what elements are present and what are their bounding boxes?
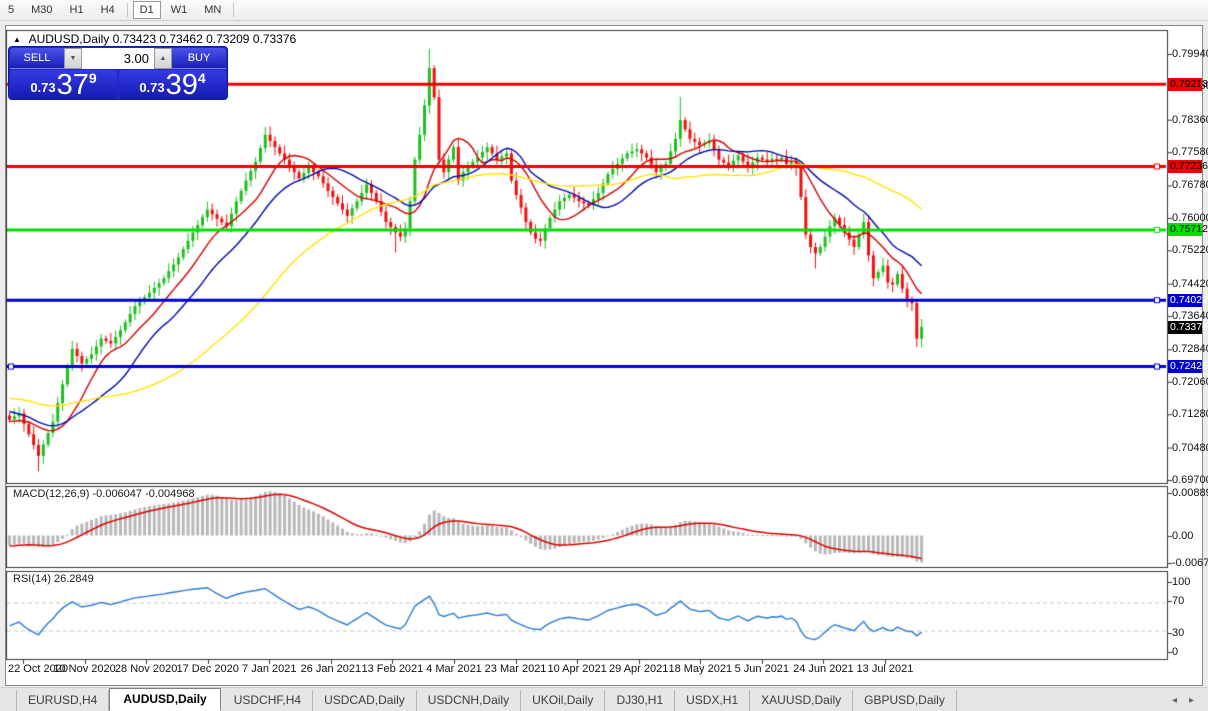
tab-scroll-right-icon[interactable]: ▸ <box>1189 695 1194 706</box>
price-tick-label: 0.76000 <box>1172 212 1208 224</box>
price-tick-label: 0.75220 <box>1172 244 1208 256</box>
price-tick-label: 0.77580 <box>1172 146 1208 158</box>
date-axis-label: 13 Feb 2021 <box>362 663 424 675</box>
hline-price-tag: 0.77236 <box>1168 160 1202 173</box>
rsi-value: 26.2849 <box>54 573 94 585</box>
macd-value-main: -0.006047 <box>92 488 142 500</box>
buy-price-display[interactable]: 0.73 39 4 <box>119 70 226 99</box>
symbol-title: AUDUSD,Daily <box>29 32 110 46</box>
caret-up-icon: ▲ <box>160 55 167 62</box>
timeframe-button-w1[interactable]: W1 <box>164 1 195 19</box>
date-axis-label: 28 Nov 2020 <box>115 663 177 675</box>
hline-price-tag: 0.72426 <box>1168 360 1202 373</box>
caret-down-icon: ▼ <box>70 55 77 62</box>
hline-price-tag: 0.75712 <box>1168 223 1202 236</box>
timeframe-toolbar: 5M30H1H4 D1W1MN <box>0 0 1208 21</box>
tab-usdcad-daily[interactable]: USDCAD,Daily <box>313 690 417 711</box>
ohlc-close: 0.73376 <box>253 32 296 46</box>
date-axis-label: 24 Jun 2021 <box>793 663 854 675</box>
collapse-chart-icon[interactable]: ▲ <box>13 35 21 44</box>
timeframe-button-h1[interactable]: H1 <box>63 1 91 19</box>
date-axis-label: 29 Apr 2021 <box>609 663 668 675</box>
macd-axis-label: 0.00 <box>1172 530 1193 542</box>
tab-audusd-daily[interactable]: AUDUSD,Daily <box>109 688 220 711</box>
chart-title: ▲ AUDUSD,Daily 0.73423 0.73462 0.73209 0… <box>13 32 296 46</box>
tab-usdcnh-daily[interactable]: USDCNH,Daily <box>417 690 521 711</box>
date-axis-label: 13 Jul 2021 <box>857 663 914 675</box>
timeframe-button-h4[interactable]: H4 <box>94 1 122 19</box>
tab-ukoil-daily[interactable]: UKOil,Daily <box>521 690 605 711</box>
price-tick-label: 0.72840 <box>1172 343 1208 355</box>
date-axis-label: 23 Mar 2021 <box>485 663 547 675</box>
buy-price-base: 0.73 <box>139 80 164 95</box>
price-tick-label: 0.69700 <box>1172 474 1208 486</box>
price-tick-label: 0.71280 <box>1172 408 1208 420</box>
rsi-label: RSI(14) <box>13 573 51 585</box>
volume-decrease-button[interactable]: ▼ <box>64 48 82 69</box>
sell-price-big: 37 <box>57 73 89 98</box>
tab-scroll-left-icon[interactable]: ◂ <box>1172 695 1177 706</box>
sell-price-base: 0.73 <box>30 80 55 95</box>
macd-label-row: MACD(12,26,9) -0.006047 -0.004968 <box>13 488 195 500</box>
price-tick-label: 0.74420 <box>1172 278 1208 290</box>
ohlc-open: 0.73423 <box>113 32 156 46</box>
tab-eurusd-h4[interactable]: EURUSD,H4 <box>16 690 109 711</box>
macd-axis-label: 0.008892 <box>1172 487 1208 499</box>
tab-dj30-h1[interactable]: DJ30,H1 <box>605 690 675 711</box>
volume-input[interactable] <box>82 48 154 69</box>
chart-tabs-bar: EURUSD,H4AUDUSD,DailyUSDCHF,H4USDCAD,Dai… <box>0 687 1208 711</box>
timeframe-button-d1[interactable]: D1 <box>133 1 161 19</box>
buy-price-big: 39 <box>166 73 198 98</box>
sell-button[interactable]: SELL <box>10 48 64 69</box>
date-axis-label: 10 Apr 2021 <box>547 663 606 675</box>
date-axis-label: 17 Dec 2020 <box>177 663 239 675</box>
macd-axis-label: -0.006758 <box>1172 557 1208 569</box>
date-axis-label: 4 Mar 2021 <box>426 663 482 675</box>
volume-increase-button[interactable]: ▲ <box>154 48 172 69</box>
date-axis-label: 26 Jan 2021 <box>301 663 362 675</box>
tab-xauusd-daily[interactable]: XAUUSD,Daily <box>750 690 853 711</box>
macd-value-signal: -0.004968 <box>145 488 195 500</box>
one-click-trading-panel: SELL ▼ ▲ BUY 0.73 37 9 0.73 39 4 <box>8 46 228 100</box>
tab-gbpusd-daily[interactable]: GBPUSD,Daily <box>853 690 957 711</box>
timeframe-button-m30[interactable]: M30 <box>24 1 59 19</box>
hline-price-tag: 0.74022 <box>1168 294 1202 307</box>
timeframe-button-mn[interactable]: MN <box>197 1 228 19</box>
tab-usdchf-h4[interactable]: USDCHF,H4 <box>223 690 313 711</box>
rsi-axis-label: 70 <box>1172 595 1184 607</box>
rsi-axis-label: 0 <box>1172 646 1178 658</box>
rsi-axis-label: 100 <box>1172 576 1190 588</box>
tab-usdx-h1[interactable]: USDX,H1 <box>675 690 750 711</box>
hline-price-tag: 0.79213 <box>1168 78 1202 91</box>
date-axis-label: 7 Jan 2021 <box>242 663 296 675</box>
chart-window: ▲ AUDUSD,Daily 0.73423 0.73462 0.73209 0… <box>5 25 1203 686</box>
price-tick-label: 0.79940 <box>1172 48 1208 60</box>
chart-canvas[interactable] <box>6 26 1202 685</box>
price-tick-label: 0.78360 <box>1172 114 1208 126</box>
current-price-tag: 0.73376 <box>1168 321 1202 334</box>
toolbar-separator <box>127 3 128 17</box>
buy-button[interactable]: BUY <box>172 48 226 69</box>
price-tick-label: 0.76780 <box>1172 179 1208 191</box>
buy-price-pip: 4 <box>198 70 206 86</box>
date-axis-label: 5 Jun 2021 <box>735 663 789 675</box>
sell-price-pip: 9 <box>89 70 97 86</box>
price-tick-label: 0.70480 <box>1172 442 1208 454</box>
date-axis-label: 18 May 2021 <box>668 663 732 675</box>
price-tick-label: 0.72060 <box>1172 376 1208 388</box>
sell-price-display[interactable]: 0.73 37 9 <box>10 70 117 99</box>
ohlc-low: 0.73209 <box>206 32 249 46</box>
tab-scroll-arrows: ◂▸ <box>1172 695 1194 711</box>
date-axis-label: 10 Nov 2020 <box>53 663 115 675</box>
ohlc-high: 0.73462 <box>159 32 202 46</box>
toolbar-separator <box>233 3 234 17</box>
rsi-axis-label: 30 <box>1172 627 1184 639</box>
macd-label: MACD(12,26,9) <box>13 488 89 500</box>
rsi-label-row: RSI(14) 26.2849 <box>13 573 94 585</box>
timeframe-button-5[interactable]: 5 <box>1 1 21 19</box>
